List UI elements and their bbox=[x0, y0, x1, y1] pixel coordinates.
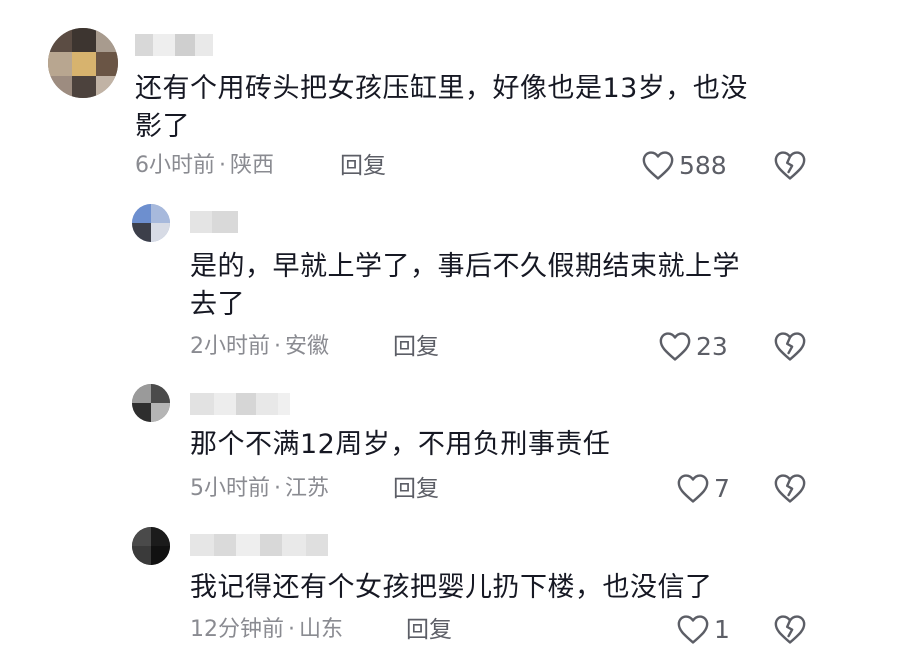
username-blurred[interactable] bbox=[190, 393, 290, 415]
comment-location: 陕西 bbox=[230, 153, 275, 178]
comment-text: 还有个用砖头把女孩压缸里，好像也是13岁，也没 影了 bbox=[135, 73, 748, 142]
comment-meta: 2小时前 · 安徽 bbox=[190, 332, 329, 362]
like-button[interactable]: 588 bbox=[641, 149, 727, 181]
heart-outline-icon bbox=[677, 615, 709, 644]
broken-heart-icon bbox=[774, 615, 806, 644]
avatar[interactable] bbox=[132, 527, 170, 565]
comment-location: 山东 bbox=[299, 617, 344, 642]
broken-heart-icon bbox=[774, 332, 806, 361]
meta-separator: · bbox=[219, 153, 226, 178]
like-count: 588 bbox=[679, 150, 727, 180]
avatar[interactable] bbox=[132, 204, 170, 242]
username-blurred[interactable] bbox=[135, 34, 213, 56]
comment-time: 12分钟前 bbox=[190, 617, 284, 642]
comment-location: 江苏 bbox=[285, 476, 330, 501]
comment-time: 6小时前 bbox=[135, 153, 215, 178]
avatar[interactable] bbox=[132, 384, 170, 422]
username-blurred[interactable] bbox=[190, 211, 238, 233]
avatar[interactable] bbox=[48, 28, 118, 98]
comment-meta: 6小时前 · 陕西 bbox=[135, 151, 274, 181]
comment-time: 5小时前 bbox=[190, 476, 270, 501]
heart-outline-icon bbox=[659, 332, 691, 361]
reply-button[interactable]: 回复 bbox=[340, 151, 386, 181]
reply-button[interactable]: 回复 bbox=[406, 615, 452, 645]
comment-text: 是的，早就上学了，事后不久假期结束就上学 去了 bbox=[190, 251, 740, 320]
like-button[interactable]: 1 bbox=[676, 613, 730, 645]
comment-time: 2小时前 bbox=[190, 334, 270, 359]
comment-meta: 12分钟前 · 山东 bbox=[190, 615, 343, 645]
like-button[interactable]: 7 bbox=[676, 472, 730, 504]
meta-separator: · bbox=[274, 476, 281, 501]
reply-button[interactable]: 回复 bbox=[393, 474, 439, 504]
like-count: 7 bbox=[714, 473, 730, 503]
meta-separator: · bbox=[274, 334, 281, 359]
comment-text: 那个不满12周岁，不用负刑事责任 bbox=[190, 429, 611, 460]
comment-location: 安徽 bbox=[285, 334, 330, 359]
meta-separator: · bbox=[288, 617, 295, 642]
like-count: 1 bbox=[714, 614, 730, 644]
like-button[interactable]: 23 bbox=[658, 330, 728, 362]
heart-outline-icon bbox=[677, 474, 709, 503]
comment-text: 我记得还有个女孩把婴儿扔下楼，也没信了 bbox=[190, 572, 713, 603]
heart-outline-icon bbox=[642, 151, 674, 180]
broken-heart-icon bbox=[774, 151, 806, 180]
dislike-button[interactable] bbox=[773, 149, 807, 185]
dislike-button[interactable] bbox=[773, 472, 807, 508]
broken-heart-icon bbox=[774, 474, 806, 503]
username-blurred[interactable] bbox=[190, 534, 328, 556]
like-count: 23 bbox=[696, 331, 728, 361]
comment-meta: 5小时前 · 江苏 bbox=[190, 474, 329, 504]
dislike-button[interactable] bbox=[773, 330, 807, 366]
dislike-button[interactable] bbox=[773, 613, 807, 649]
reply-button[interactable]: 回复 bbox=[393, 332, 439, 362]
